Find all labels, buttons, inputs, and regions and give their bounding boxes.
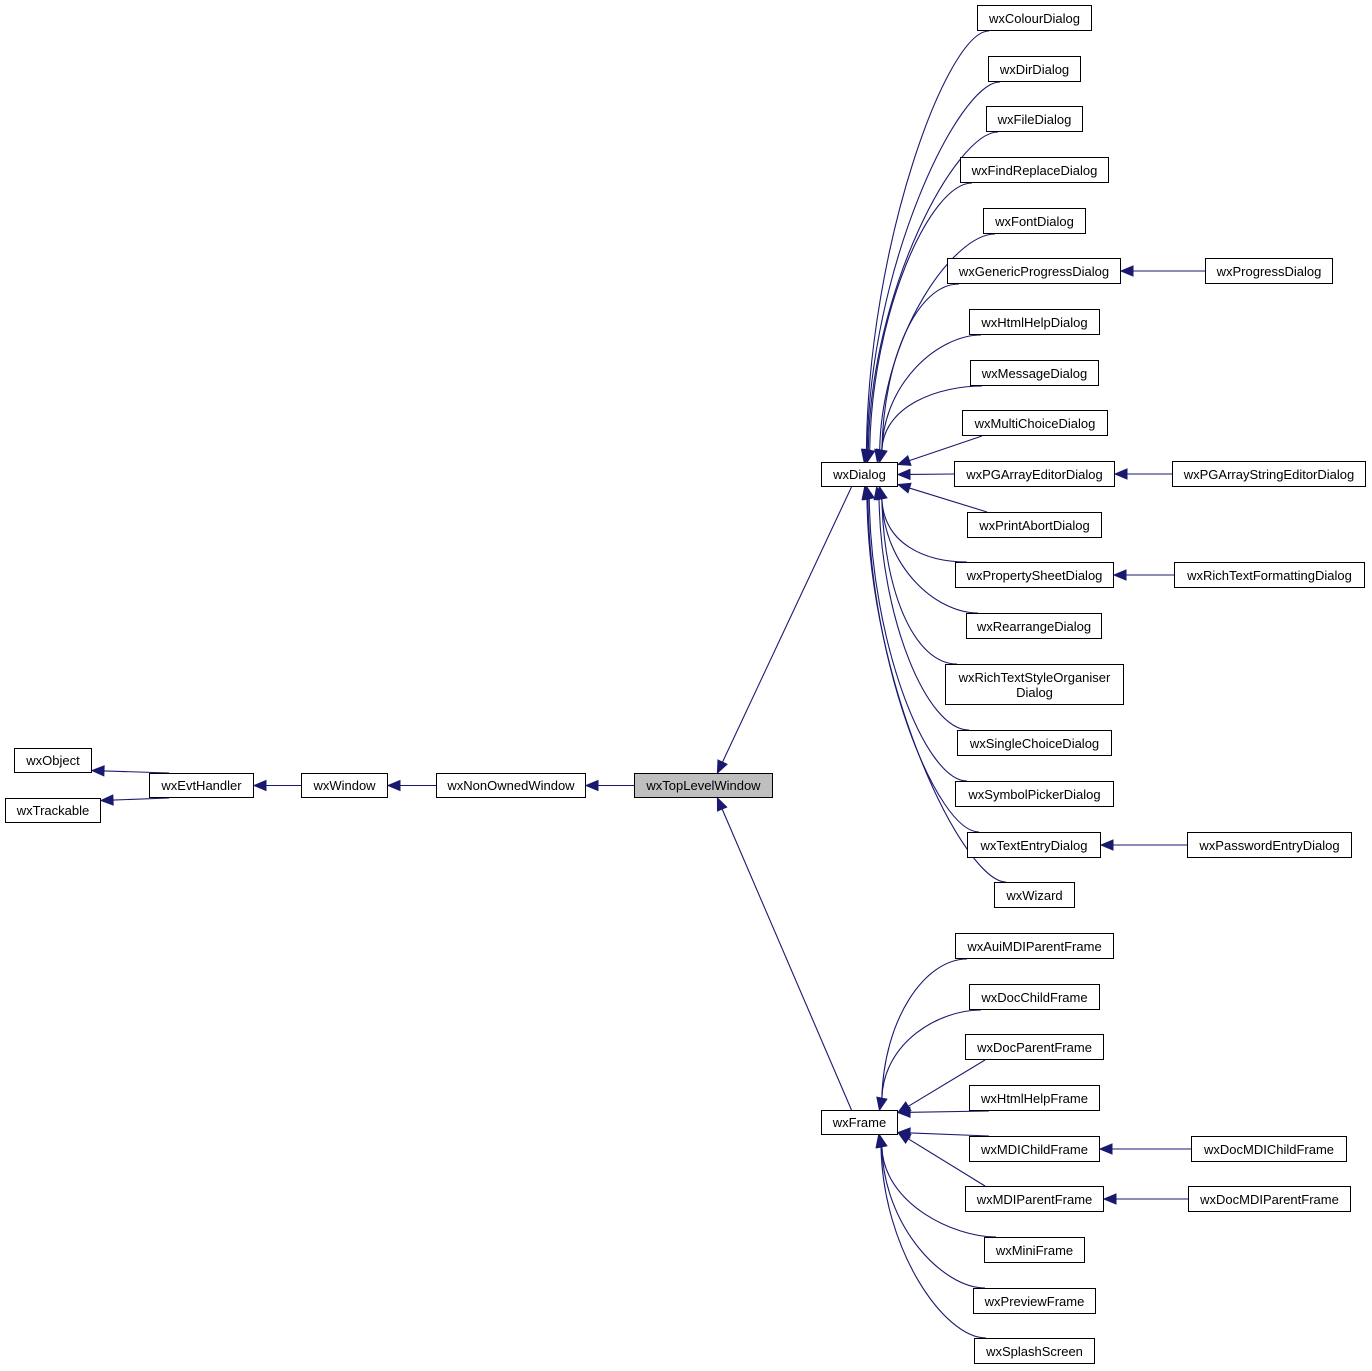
node-wxDocParentFrame[interactable]: wxDocParentFrame	[965, 1034, 1104, 1060]
node-wxGenericProgressDialog[interactable]: wxGenericProgressDialog	[947, 258, 1121, 284]
node-wxTextEntryDialog[interactable]: wxTextEntryDialog	[967, 832, 1101, 858]
node-wxColourDialog[interactable]: wxColourDialog	[977, 5, 1092, 31]
edge-wxHtmlHelpFrame-to-wxFrame	[909, 1110, 990, 1113]
node-wxPreviewFrame[interactable]: wxPreviewFrame	[973, 1288, 1096, 1314]
edge-wxTopLevelWindow-to-wxNonOwnedWindow-arrowhead	[584, 779, 599, 792]
edge-wxWindow-to-wxEvtHandler-arrowhead	[252, 779, 267, 792]
node-wxSingleChoiceDialog[interactable]: wxSingleChoiceDialog	[957, 730, 1112, 756]
node-wxProgressDialog[interactable]: wxProgressDialog	[1205, 258, 1333, 284]
node-wxPasswordEntryDialog[interactable]: wxPasswordEntryDialog	[1187, 832, 1352, 858]
edge-wxRichTextFormattingDialog-to-wxPropertySheetDialog-arrowhead	[1112, 569, 1127, 581]
node-wxDirDialog[interactable]: wxDirDialog	[988, 56, 1081, 82]
node-wxPGArrayEditorDialog[interactable]: wxPGArrayEditorDialog	[954, 461, 1115, 487]
node-wxFindReplaceDialog[interactable]: wxFindReplaceDialog	[960, 157, 1109, 183]
node-wxSymbolPickerDialog[interactable]: wxSymbolPickerDialog	[955, 781, 1114, 807]
edge-wxMDIParentFrame-to-wxFrame-arrowhead	[896, 1131, 912, 1144]
edge-wxMultiChoiceDialog-to-wxDialog	[909, 435, 983, 462]
node-wxEvtHandler[interactable]: wxEvtHandler	[149, 773, 254, 798]
node-wxFontDialog[interactable]: wxFontDialog	[983, 208, 1086, 234]
edge-wxDocMDIParentFrame-to-wxMDIParentFrame-arrowhead	[1102, 1193, 1117, 1205]
node-wxFrame[interactable]: wxFrame	[821, 1110, 898, 1135]
edges-layer	[90, 30, 1205, 1339]
edge-wxPrintAbortDialog-to-wxDialog-arrowhead	[896, 482, 912, 494]
node-wxRearrangeDialog[interactable]: wxRearrangeDialog	[966, 613, 1102, 639]
edge-wxFrame-to-wxTopLevelWindow	[721, 808, 853, 1111]
node-wxMultiChoiceDialog[interactable]: wxMultiChoiceDialog	[962, 410, 1108, 436]
node-wxDocChildFrame[interactable]: wxDocChildFrame	[969, 984, 1100, 1010]
node-wxPropertySheetDialog[interactable]: wxPropertySheetDialog	[955, 562, 1114, 588]
edge-wxPasswordEntryDialog-to-wxTextEntryDialog-arrowhead	[1099, 839, 1114, 851]
node-wxFileDialog[interactable]: wxFileDialog	[986, 106, 1083, 132]
inheritance-diagram: wxObject wxTrackable wxEvtHandler wxWind…	[0, 0, 1372, 1371]
node-wxAuiMDIParentFrame[interactable]: wxAuiMDIParentFrame	[955, 933, 1114, 959]
edge-wxEvtHandler-to-wxObject-arrowhead	[90, 765, 105, 777]
edge-wxEvtHandler-to-wxTrackable	[112, 797, 170, 801]
node-wxDocMDIParentFrame[interactable]: wxDocMDIParentFrame	[1188, 1186, 1351, 1212]
edge-wxPrintAbortDialog-to-wxDialog	[909, 487, 988, 513]
node-wxMessageDialog[interactable]: wxMessageDialog	[970, 360, 1099, 386]
node-wxDialog[interactable]: wxDialog	[821, 462, 898, 487]
edge-wxColourDialog-to-wxDialog	[865, 30, 990, 451]
node-wxSplashScreen[interactable]: wxSplashScreen	[974, 1338, 1095, 1364]
edge-wxProgressDialog-to-wxGenericProgressDialog-arrowhead	[1119, 265, 1134, 277]
node-wxMDIChildFrame[interactable]: wxMDIChildFrame	[969, 1136, 1100, 1162]
edge-wxAuiMDIParentFrame-to-wxFrame	[881, 958, 968, 1099]
edge-wxFrame-to-wxTopLevelWindow-arrowhead	[716, 796, 728, 812]
node-wxMiniFrame[interactable]: wxMiniFrame	[984, 1237, 1085, 1263]
edge-wxSplashScreen-to-wxFrame	[880, 1146, 987, 1339]
edge-wxDocMDIChildFrame-to-wxMDIChildFrame-arrowhead	[1098, 1143, 1113, 1155]
node-wxWizard[interactable]: wxWizard	[994, 882, 1075, 908]
node-wxTrackable[interactable]: wxTrackable	[5, 798, 101, 823]
edge-wxNonOwnedWindow-to-wxWindow-arrowhead	[386, 779, 401, 792]
node-wxHtmlHelpFrame[interactable]: wxHtmlHelpFrame	[969, 1085, 1100, 1111]
edge-wxPGArrayEditorDialog-to-wxDialog-arrowhead	[896, 468, 911, 481]
edge-wxEvtHandler-to-wxTrackable-arrowhead	[99, 794, 114, 806]
node-wxNonOwnedWindow[interactable]: wxNonOwnedWindow	[436, 773, 586, 798]
edge-wxDocChildFrame-to-wxFrame-arrowhead	[876, 1096, 888, 1112]
node-wxPrintAbortDialog[interactable]: wxPrintAbortDialog	[967, 512, 1102, 538]
node-wxDocMDIChildFrame[interactable]: wxDocMDIChildFrame	[1191, 1136, 1347, 1162]
node-wxObject[interactable]: wxObject	[14, 748, 92, 773]
edge-wxMultiChoiceDialog-to-wxDialog-arrowhead	[896, 455, 912, 466]
edge-wxPreviewFrame-to-wxFrame	[881, 1146, 986, 1289]
edge-wxPGArrayStringEditorDialog-to-wxPGArrayEditorDialog-arrowhead	[1113, 468, 1128, 480]
node-wxTopLevelWindow: wxTopLevelWindow	[634, 773, 773, 798]
node-wxMDIParentFrame[interactable]: wxMDIParentFrame	[965, 1186, 1104, 1212]
edge-wxDialog-to-wxTopLevelWindow	[721, 486, 852, 763]
edge-wxRichTextStyleOrganiserDialog-to-wxDialog	[881, 498, 958, 665]
edge-wxDialog-to-wxTopLevelWindow-arrowhead	[716, 759, 728, 775]
node-wxHtmlHelpDialog[interactable]: wxHtmlHelpDialog	[969, 309, 1100, 335]
node-wxRichTextFormattingDialog[interactable]: wxRichTextFormattingDialog	[1174, 562, 1365, 588]
node-wxPGArrayStringEditorDialog[interactable]: wxPGArrayStringEditorDialog	[1172, 461, 1366, 487]
node-wxWindow[interactable]: wxWindow	[301, 773, 388, 798]
node-wxRichTextStyleOrganiserDialog[interactable]: wxRichTextStyleOrganiser Dialog	[945, 664, 1124, 705]
